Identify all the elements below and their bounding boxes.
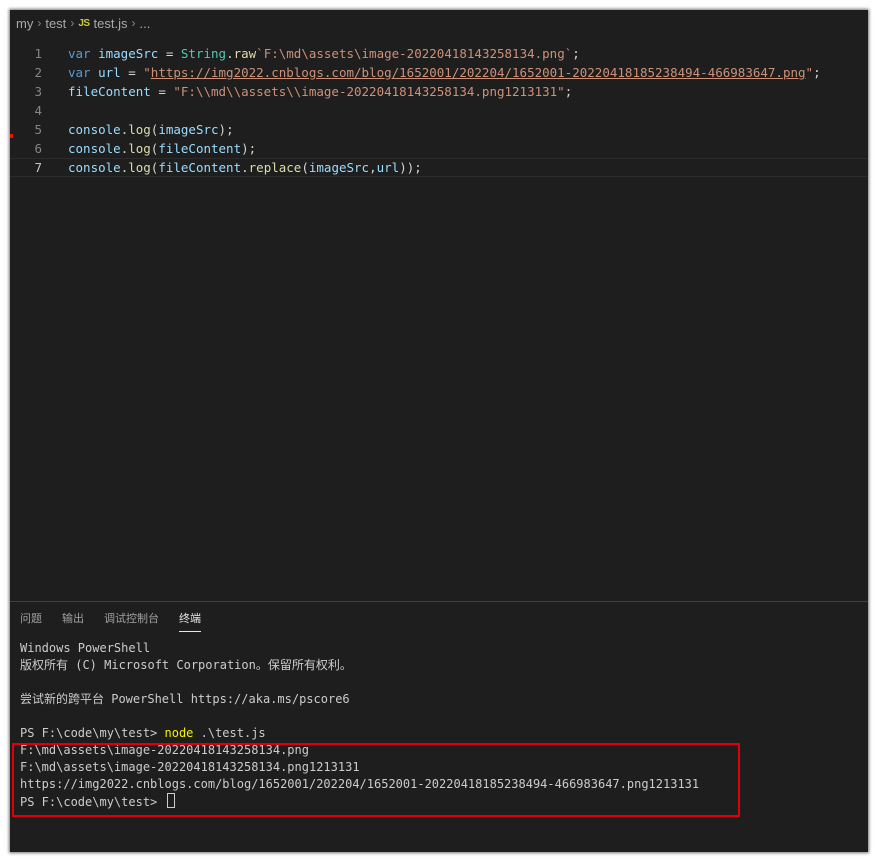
line-number: 6 [34, 141, 42, 156]
code-token: raw [233, 46, 257, 61]
panel-tab[interactable]: 终端 [179, 610, 201, 632]
terminal-text: Windows PowerShell [20, 641, 151, 655]
code-text: console.log(fileContent); [68, 139, 256, 158]
code-token: log [128, 122, 151, 137]
code-token: fileContent [68, 84, 151, 99]
breadcrumb-item-ellipsis[interactable]: ... [140, 16, 151, 31]
terminal-line: PS F:\code\my\test> node .\test.js [20, 725, 860, 742]
terminal-command-args: .\test.js [193, 726, 266, 740]
terminal-line: 版权所有 (C) Microsoft Corporation。保留所有权利。 [20, 657, 860, 674]
code-token: console [68, 122, 121, 137]
line-number: 2 [34, 65, 42, 80]
code-token: ); [241, 141, 257, 156]
code-line[interactable]: 3 fileContent = "F:\\md\\assets\\image-20… [10, 82, 868, 101]
line-number: 4 [34, 103, 42, 118]
code-token: console [68, 141, 121, 156]
code-token: fileContent [158, 141, 242, 156]
terminal-line: 尝试新的跨平台 PowerShell https://aka.ms/pscore… [20, 691, 860, 708]
code-token: = [158, 46, 181, 61]
chevron-right-icon: › [70, 16, 75, 30]
code-token: )); [399, 160, 422, 175]
terminal-text: 尝试新的跨平台 PowerShell https://aka.ms/pscore… [20, 692, 350, 706]
terminal-line: Windows PowerShell [20, 640, 860, 657]
breadcrumb-item-file[interactable]: test.js [94, 16, 128, 31]
code-line[interactable]: 4 [10, 101, 868, 120]
terminal-prompt: PS F:\code\my\test> [20, 726, 165, 740]
breadcrumb-item-my[interactable]: my [16, 16, 33, 31]
terminal-text: 版权所有 (C) Microsoft Corporation。保留所有权利。 [20, 658, 352, 672]
code-token: var [68, 46, 91, 61]
code-token: . [226, 46, 234, 61]
chevron-right-icon: › [131, 16, 136, 30]
panel-tab[interactable]: 问题 [20, 610, 42, 632]
line-number: 1 [34, 46, 42, 61]
vscode-window: my › test › JS test.js › ... 1 var imageS… [10, 10, 868, 852]
code-text: var url = "https://img2022.cnblogs.com/b… [68, 63, 821, 82]
code-token: replace [248, 160, 302, 175]
code-text: console.log(imageSrc); [68, 120, 234, 139]
code-token: ( [301, 160, 309, 175]
code-token: = [120, 65, 144, 80]
terminal-command: node [164, 726, 194, 740]
code-token: `F:\md\assets\image-20220418143258134.pn… [256, 46, 573, 61]
code-token: url [98, 65, 121, 80]
code-token: log [128, 141, 151, 156]
code-line[interactable]: 7 console.log(fileContent.replace(imageSr… [10, 158, 868, 177]
code-token: " [143, 65, 151, 80]
bottom-panel: 问题 输出 调试控制台 终端 Windows PowerShell 版权所有 (C) M… [10, 601, 868, 852]
breadcrumb-item-test[interactable]: test [45, 16, 66, 31]
code-token: " [805, 65, 814, 80]
code-token: ; [813, 65, 821, 80]
annotation-highlight-box [12, 743, 740, 817]
breadcrumb: my › test › JS test.js › ... [10, 10, 868, 36]
code-token: . [241, 160, 249, 175]
chevron-right-icon: › [37, 16, 42, 30]
code-editor[interactable]: 1 var imageSrc = String.raw`F:\md\assets\… [10, 36, 868, 601]
code-token: String [180, 46, 227, 61]
code-token: ; [572, 46, 580, 61]
panel-tabs: 问题 输出 调试控制台 终端 [20, 610, 221, 632]
code-token: console [68, 160, 121, 175]
code-token: imageSrc [158, 122, 219, 137]
code-token: = [150, 84, 174, 99]
code-token: imageSrc [98, 46, 159, 61]
panel-tab[interactable]: 输出 [62, 610, 84, 632]
code-token: fileContent [158, 160, 242, 175]
line-number: 3 [34, 84, 42, 99]
code-text: console.log(fileContent.replace(imageSrc… [68, 159, 422, 176]
javascript-file-icon: JS [78, 17, 90, 29]
line-number: 5 [34, 122, 42, 137]
code-token: https://img2022.cnblogs.com/blog/1652001… [150, 65, 806, 80]
code-token: log [128, 160, 151, 175]
code-token: ; [564, 84, 573, 99]
code-line[interactable]: 6 console.log(fileContent); [10, 139, 868, 158]
code-token: imageSrc [308, 160, 370, 175]
code-text: var imageSrc = String.raw`F:\md\assets\i… [68, 44, 580, 63]
code-line[interactable]: 5 console.log(imageSrc); [10, 120, 868, 139]
code-token: url [376, 160, 400, 175]
code-token: "F:\\md\\assets\\image-20220418143258134… [173, 84, 565, 99]
code-line[interactable]: 2 var url = "https://img2022.cnblogs.com/… [10, 63, 868, 82]
panel-tab[interactable]: 调试控制台 [104, 610, 159, 632]
code-line[interactable]: 1 var imageSrc = String.raw`F:\md\assets\… [10, 44, 868, 63]
line-number: 7 [34, 160, 42, 175]
code-token: var [68, 65, 91, 80]
code-text: fileContent = "F:\\md\\assets\\image-202… [68, 82, 572, 101]
code-token: , [369, 160, 377, 175]
code-token: ); [218, 122, 234, 137]
